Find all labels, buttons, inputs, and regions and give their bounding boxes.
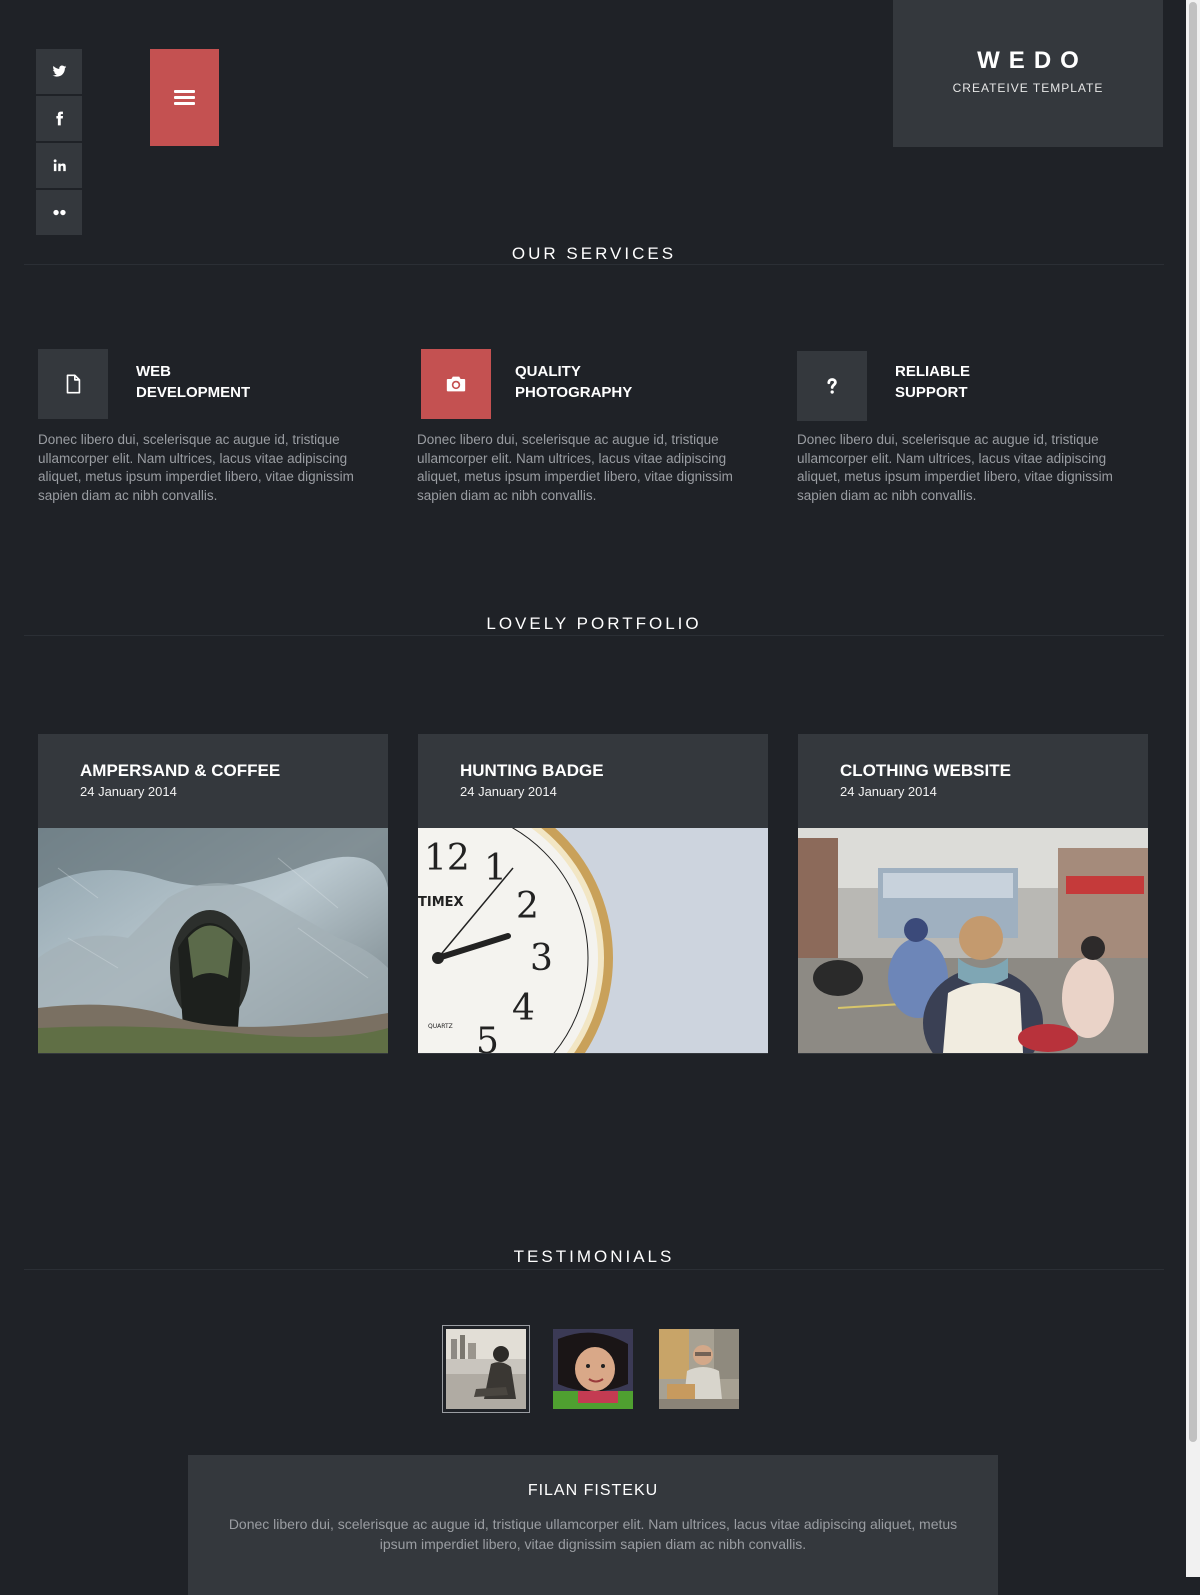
testimonial-avatar-1[interactable] bbox=[442, 1325, 530, 1413]
camera-icon bbox=[446, 376, 466, 392]
svg-text:12: 12 bbox=[424, 838, 470, 879]
file-icon bbox=[66, 374, 81, 394]
portfolio-title: HUNTING BADGE bbox=[460, 761, 604, 780]
logo[interactable]: WEDO CREATEIVE TEMPLATE bbox=[893, 0, 1163, 147]
portfolio-image-street-scene[interactable] bbox=[798, 828, 1148, 1053]
testimonial-text: Donec libero dui, scelerisque ac augue i… bbox=[228, 1516, 958, 1552]
svg-text:TIMEX: TIMEX bbox=[418, 895, 464, 910]
service-icon-box bbox=[38, 349, 108, 419]
portfolio-card-header: HUNTING BADGE 24 January 2014 bbox=[418, 734, 768, 828]
menu-button[interactable] bbox=[150, 49, 219, 146]
portfolio-divider bbox=[24, 635, 1164, 636]
testimonial-name: FILAN FISTEKU bbox=[527, 1482, 659, 1499]
svg-text:3: 3 bbox=[530, 938, 553, 979]
portfolio-image-pocket-watch[interactable]: 12 1 2 3 4 5 TIMEX QUARTZ bbox=[418, 828, 768, 1053]
portfolio-date: 24 January 2014 bbox=[460, 784, 557, 799]
facebook-link[interactable] bbox=[36, 96, 82, 141]
linkedin-icon bbox=[53, 159, 66, 172]
portfolio-title: AMPERSAND & COFFEE bbox=[80, 761, 281, 780]
testimonials-divider bbox=[24, 1269, 1164, 1270]
service-title: WEB DEVELOPMENT bbox=[136, 363, 251, 401]
facebook-icon bbox=[55, 111, 63, 126]
scrollbar-thumb[interactable] bbox=[1189, 2, 1197, 1442]
services-heading: OUR SERVICES bbox=[511, 244, 677, 263]
testimonials-heading: TESTIMONIALS bbox=[513, 1247, 675, 1266]
portfolio-card-hunting-badge[interactable]: HUNTING BADGE 24 January 2014 12 1 2 3 4… bbox=[418, 734, 768, 1054]
service-icon-box bbox=[421, 349, 491, 419]
portfolio-date: 24 January 2014 bbox=[840, 784, 937, 799]
portfolio-card-clothing-website[interactable]: CLOTHING WEBSITE 24 January 2014 bbox=[798, 734, 1148, 1054]
service-title: RELIABLE SUPPORT bbox=[895, 363, 970, 401]
svg-text:4: 4 bbox=[512, 988, 535, 1029]
portfolio-card-ampersand-coffee[interactable]: AMPERSAND & COFFEE 24 January 2014 bbox=[38, 734, 388, 1054]
twitter-icon bbox=[52, 65, 66, 77]
portfolio-heading: LOVELY PORTFOLIO bbox=[486, 614, 702, 633]
svg-text:2: 2 bbox=[516, 886, 539, 927]
hamburger-menu-icon bbox=[174, 87, 195, 108]
svg-text:QUARTZ: QUARTZ bbox=[428, 1023, 453, 1030]
testimonial-avatar-3[interactable] bbox=[659, 1329, 739, 1409]
flickr-icon bbox=[52, 209, 66, 216]
twitter-link[interactable] bbox=[36, 49, 82, 94]
portfolio-date: 24 January 2014 bbox=[80, 784, 177, 799]
testimonial-avatar-2[interactable] bbox=[553, 1329, 633, 1409]
service-description: Donec libero dui, scelerisque ac augue i… bbox=[38, 432, 354, 503]
flickr-link[interactable] bbox=[36, 190, 82, 235]
service-icon-box bbox=[797, 351, 867, 421]
service-title: QUALITY PHOTOGRAPHY bbox=[515, 363, 633, 401]
linkedin-link[interactable] bbox=[36, 143, 82, 188]
svg-text:5: 5 bbox=[476, 1021, 499, 1053]
page-scrollbar[interactable] bbox=[1186, 0, 1200, 1577]
portfolio-card-header: AMPERSAND & COFFEE 24 January 2014 bbox=[38, 734, 388, 828]
logo-title: WEDO bbox=[977, 47, 1088, 74]
question-icon bbox=[827, 378, 837, 394]
social-links bbox=[36, 49, 82, 237]
portfolio-card-header: CLOTHING WEBSITE 24 January 2014 bbox=[798, 734, 1148, 828]
portfolio-image-rock-arch[interactable] bbox=[38, 828, 388, 1053]
portfolio-title: CLOTHING WEBSITE bbox=[840, 761, 1011, 780]
testimonial-card: FILAN FISTEKU Donec libero dui, sceleris… bbox=[188, 1455, 998, 1595]
service-description: Donec libero dui, scelerisque ac augue i… bbox=[417, 432, 733, 503]
logo-subtitle: CREATEIVE TEMPLATE bbox=[952, 81, 1104, 95]
service-description: Donec libero dui, scelerisque ac augue i… bbox=[797, 432, 1113, 503]
services-divider bbox=[24, 264, 1164, 265]
svg-text:1: 1 bbox=[484, 848, 507, 889]
